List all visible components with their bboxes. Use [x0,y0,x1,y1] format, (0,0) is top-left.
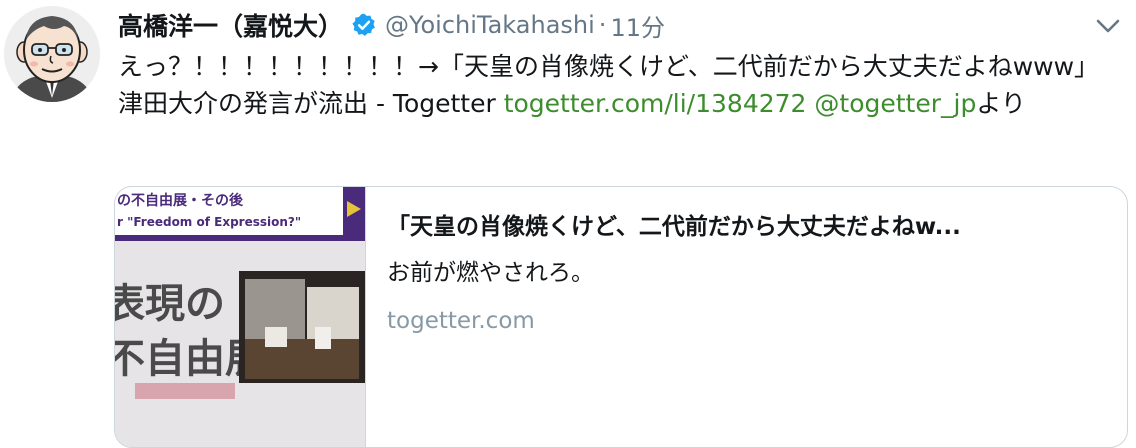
avatar[interactable] [4,6,100,102]
user-handle[interactable]: @YoichiTakahashi [385,11,595,39]
tweet-link-url[interactable]: togetter.com/li/1384272 [504,89,807,118]
tweet-header: 高橋洋一（嘉悦大） @YoichiTakahashi · 11分 [118,8,665,42]
thumb-banner-line2: r "Freedom of Expression?" [117,215,301,229]
card-body: 「天皇の肖像焼くけど、二代前だから大丈夫だよねw... お前が燃やされろ。 to… [387,209,1107,339]
tweet-text-tail: より [976,89,1026,118]
thumb-banner-line1: の不自由展・その後 [117,192,244,209]
cartoon-face-avatar-icon [4,6,100,102]
card-domain: togetter.com [387,308,535,334]
display-name[interactable]: 高橋洋一（嘉悦大） [118,7,343,43]
tweet-timestamp[interactable]: 11分 [610,8,665,43]
header-separator: · [598,11,607,39]
chevron-down-icon[interactable] [1094,14,1122,38]
tweet: 高橋洋一（嘉悦大） @YoichiTakahashi · 11分 えっ？！！！！… [0,0,1136,448]
card-description: お前が燃やされろ。 [387,260,594,286]
tweet-text: えっ？！！！！！！！！！→「天皇の肖像焼くけど、二代前だから大丈夫だよねwww」… [118,48,1103,122]
verified-badge-icon [351,12,377,38]
link-card[interactable]: の不自由展・その後 r "Freedom of Expression?" 表現の… [114,186,1128,448]
card-thumbnail: の不自由展・その後 r "Freedom of Expression?" 表現の… [115,187,366,447]
thumb-big-line1: 表現の [115,280,225,327]
tweet-mention-link[interactable]: @togetter_jp [814,89,976,118]
card-title[interactable]: 「天皇の肖像焼くけど、二代前だから大丈夫だよねw... [387,209,1107,245]
